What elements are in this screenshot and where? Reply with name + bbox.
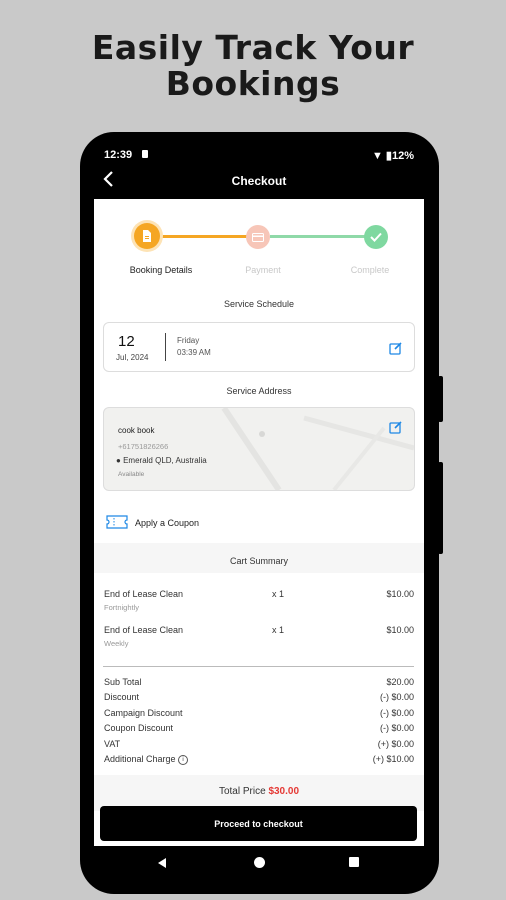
- schedule-month-year: Jul, 2024: [116, 353, 149, 362]
- total-label: Total Price: [218, 786, 266, 797]
- summary-label: Coupon Discount: [104, 723, 174, 733]
- address-location: Emerald QLD, Australia: [123, 456, 207, 465]
- battery-level: 12%: [391, 150, 414, 162]
- summary-divider: [103, 666, 414, 667]
- location-pin-icon: ●: [116, 456, 121, 465]
- nav-recents-icon[interactable]: [349, 857, 359, 867]
- check-icon: [370, 232, 382, 242]
- step-payment[interactable]: [246, 225, 270, 249]
- address-location-row: ● Emerald QLD, Australia: [116, 456, 207, 465]
- stepper-line-2: [270, 235, 370, 238]
- summary-label: Additional Charge i: [104, 754, 189, 765]
- total-row: Total Price $30.00: [94, 786, 424, 797]
- app-bar: Checkout: [96, 168, 422, 196]
- ticket-icon: [106, 515, 128, 529]
- summary-value: (+) $0.00: [377, 739, 414, 749]
- cart-items: End of Lease Clean Fortnightly x 1 $10.0…: [94, 575, 424, 648]
- schedule-day: 12: [118, 333, 135, 350]
- cart-item-price: $10.00: [386, 589, 414, 599]
- cart-item-qty: x 1: [272, 589, 285, 599]
- cart-item-frequency: Weekly: [104, 639, 129, 648]
- address-section-title: Service Address: [226, 386, 292, 396]
- summary-value: (-) $0.00: [379, 708, 414, 718]
- edit-icon[interactable]: [389, 341, 403, 355]
- summary-label: VAT: [104, 739, 121, 749]
- status-bar: 12:39 ▼ ▮12%: [96, 146, 422, 164]
- address-phone: +61751826266: [118, 442, 169, 451]
- card-icon: [252, 232, 264, 242]
- status-right: ▼ ▮12%: [372, 149, 414, 162]
- summary-label: Discount: [104, 692, 140, 702]
- cart-item-qty: x 1: [272, 625, 285, 635]
- nav-back-icon[interactable]: [156, 857, 168, 869]
- schedule-divider: [165, 333, 166, 361]
- step-label-payment: Payment: [245, 265, 281, 275]
- summary-label: Sub Total: [104, 677, 142, 687]
- schedule-section-title: Service Schedule: [223, 299, 295, 309]
- page-title: Checkout: [231, 174, 287, 188]
- promo-headline: Easily Track Your Bookings: [0, 30, 506, 102]
- edit-icon[interactable]: [389, 420, 403, 434]
- apply-coupon-label: Apply a Coupon: [135, 518, 200, 528]
- total-value: $30.00: [268, 786, 300, 797]
- summary-label: Campaign Discount: [104, 708, 183, 718]
- proceed-to-checkout-button[interactable]: Proceed to checkout: [100, 806, 417, 841]
- address-name: cook book: [118, 426, 155, 435]
- address-note: Available: [118, 471, 145, 478]
- summary-value: $20.00: [386, 677, 414, 687]
- step-booking-details[interactable]: [134, 223, 160, 249]
- wifi-icon: ▼: [371, 150, 383, 162]
- system-nav-bar: [96, 846, 422, 882]
- nav-home-icon[interactable]: [254, 857, 265, 868]
- sim-icon: [142, 150, 148, 158]
- step-label-complete: Complete: [350, 265, 390, 275]
- cart-item-name: End of Lease Clean: [104, 589, 184, 599]
- headline-line-2: Bookings: [165, 64, 341, 103]
- summary-value: (+) $10.00: [372, 754, 414, 764]
- status-time: 12:39: [104, 149, 133, 161]
- apply-coupon-button[interactable]: Apply a Coupon: [106, 513, 356, 533]
- summary-label-text: Additional Charge: [104, 754, 176, 764]
- cart-item-price: $10.00: [386, 625, 414, 635]
- cart-item-name: End of Lease Clean: [104, 625, 184, 635]
- document-icon: [143, 229, 151, 242]
- summary-value: (-) $0.00: [379, 692, 414, 702]
- summary-value: (-) $0.00: [379, 723, 414, 733]
- schedule-time: 03:39 AM: [177, 348, 211, 357]
- step-complete[interactable]: [364, 225, 388, 249]
- address-card[interactable]: cook book +61751826266 ● Emerald QLD, Au…: [103, 407, 415, 491]
- phone-power-button: [438, 462, 443, 554]
- checkout-screen: Booking Details Payment Complete Service…: [94, 199, 424, 846]
- info-icon[interactable]: i: [178, 754, 189, 765]
- headline-line-1: Easily Track Your: [91, 28, 415, 67]
- cart-item-frequency: Fortnightly: [104, 603, 140, 612]
- cart-summary-title: Cart Summary: [229, 556, 288, 566]
- schedule-card[interactable]: 12 Jul, 2024 Friday 03:39 AM: [103, 322, 415, 372]
- schedule-weekday: Friday: [177, 336, 200, 345]
- phone-volume-button: [438, 376, 443, 422]
- step-label-booking-details: Booking Details: [129, 265, 193, 275]
